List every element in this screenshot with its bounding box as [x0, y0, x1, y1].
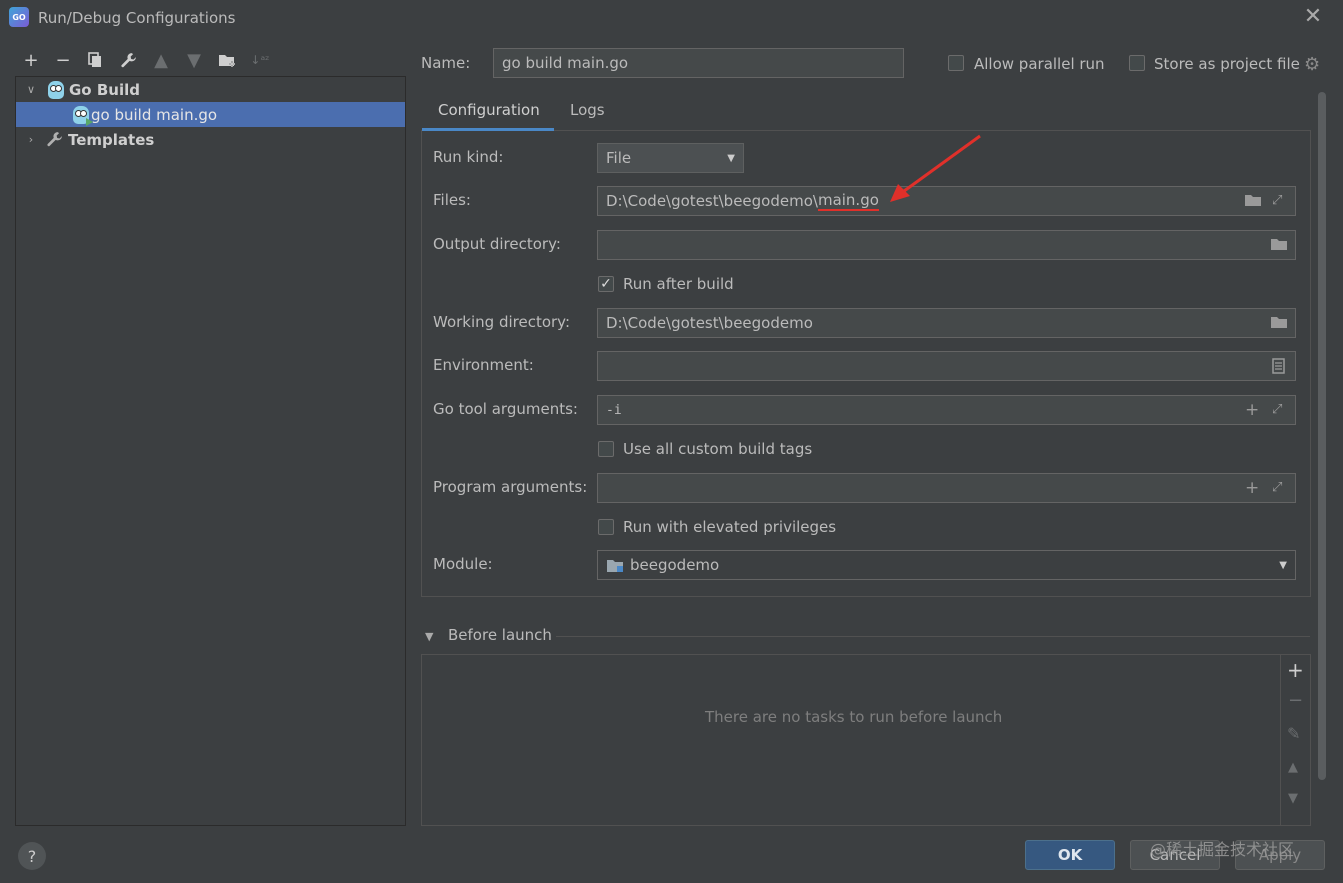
tree-item-go-build-main[interactable]: go build main.go: [16, 102, 405, 127]
use-all-custom-build-tags-checkbox[interactable]: [598, 441, 614, 457]
new-folder-icon[interactable]: [216, 49, 238, 71]
wrench-icon: [46, 131, 63, 148]
move-down-icon[interactable]: ▼: [1288, 791, 1298, 806]
before-launch-divider: [556, 636, 1310, 637]
dropdown-arrow-icon: ▼: [1279, 559, 1287, 571]
remove-task-icon[interactable]: −: [1288, 690, 1303, 711]
run-with-elevated-privileges-checkbox[interactable]: [598, 519, 614, 535]
add-icon[interactable]: +: [1245, 478, 1259, 498]
environment-input[interactable]: [597, 351, 1296, 381]
chevron-right-icon[interactable]: ›: [24, 133, 38, 146]
allow-parallel-run-checkbox[interactable]: [948, 55, 964, 71]
module-folder-icon: [606, 558, 624, 573]
configurations-tree: ∨ Go Build go build main.go › Templates: [15, 76, 406, 826]
run-kind-value: File: [606, 149, 632, 167]
sort-icon[interactable]: ↓ᵃᶻ: [249, 49, 271, 71]
gopher-icon: [48, 80, 64, 99]
go-tool-arguments-input[interactable]: -i: [597, 395, 1296, 425]
use-all-custom-build-tags-label: Use all custom build tags: [623, 440, 813, 458]
run-kind-select[interactable]: File ▼: [597, 143, 744, 173]
gopher-run-icon: [73, 105, 93, 126]
go-tool-arguments-label: Go tool arguments:: [433, 400, 578, 418]
remove-icon[interactable]: −: [52, 49, 74, 71]
expand-icon[interactable]: ⤢: [1272, 402, 1282, 417]
move-up-icon[interactable]: ▲: [150, 49, 172, 71]
expand-icon[interactable]: ⤢: [1272, 480, 1282, 495]
before-launch-title[interactable]: Before launch: [448, 626, 552, 644]
wrench-icon[interactable]: [117, 49, 139, 71]
annotation-arrow: [890, 134, 981, 202]
before-launch-empty-text: There are no tasks to run before launch: [705, 708, 1003, 726]
store-as-project-file-checkbox[interactable]: [1129, 55, 1145, 71]
output-directory-label: Output directory:: [433, 235, 561, 253]
move-down-icon[interactable]: ▼: [183, 49, 205, 71]
collapse-arrow-icon[interactable]: ▼: [425, 630, 433, 643]
files-value-path: D:\Code\gotest\beegodemo\: [606, 192, 818, 210]
run-after-build-label: Run after build: [623, 275, 734, 293]
tab-logs[interactable]: Logs: [570, 101, 605, 119]
scrollbar[interactable]: [1318, 92, 1326, 780]
add-task-icon[interactable]: +: [1287, 658, 1304, 682]
dropdown-arrow-icon: ▼: [727, 152, 735, 164]
folder-icon[interactable]: [1270, 315, 1288, 333]
gear-icon[interactable]: ⚙: [1304, 54, 1320, 75]
allow-parallel-run-label: Allow parallel run: [974, 55, 1105, 73]
tree-item-label: Templates: [68, 130, 155, 149]
run-kind-label: Run kind:: [433, 148, 504, 166]
watermark: @稀土掘金技术社区: [1150, 840, 1295, 859]
expand-icon[interactable]: ⤢: [1272, 193, 1282, 208]
before-launch-list: [421, 654, 1311, 826]
window-title: Run/Debug Configurations: [38, 9, 236, 27]
tree-item-go-build[interactable]: ∨ Go Build: [16, 77, 405, 102]
goland-app-icon: GO: [9, 7, 29, 27]
tree-item-label: go build main.go: [91, 105, 218, 124]
run-after-build-checkbox[interactable]: [598, 276, 614, 292]
module-label: Module:: [433, 555, 493, 573]
program-arguments-input[interactable]: [597, 473, 1296, 503]
store-as-project-file-label: Store as project file: [1154, 55, 1300, 73]
program-arguments-label: Program arguments:: [433, 478, 588, 496]
module-select[interactable]: beegodemo ▼: [597, 550, 1296, 580]
chevron-down-icon[interactable]: ∨: [24, 83, 38, 96]
ok-button[interactable]: OK: [1025, 840, 1115, 870]
working-directory-label: Working directory:: [433, 313, 571, 331]
help-icon[interactable]: ?: [18, 842, 46, 870]
environment-label: Environment:: [433, 356, 534, 374]
tree-item-label: Go Build: [69, 80, 140, 99]
copy-icon[interactable]: [84, 49, 106, 71]
document-icon[interactable]: [1272, 358, 1285, 378]
tree-item-templates[interactable]: › Templates: [16, 127, 405, 152]
files-value-filename: main.go: [817, 191, 879, 211]
folder-icon[interactable]: [1270, 237, 1288, 255]
run-with-elevated-privileges-label: Run with elevated privileges: [623, 518, 837, 536]
add-icon[interactable]: +: [20, 49, 42, 71]
working-directory-input[interactable]: D:\Code\gotest\beegodemo: [597, 308, 1296, 338]
add-icon[interactable]: +: [1245, 400, 1259, 420]
edit-task-icon[interactable]: ✎: [1287, 724, 1300, 743]
folder-icon[interactable]: [1244, 193, 1262, 211]
module-value: beegodemo: [630, 556, 720, 574]
move-up-icon[interactable]: ▲: [1288, 760, 1298, 775]
tab-configuration[interactable]: Configuration: [438, 101, 540, 119]
name-label: Name:: [421, 54, 471, 72]
files-label: Files:: [433, 191, 471, 209]
name-input[interactable]: go build main.go: [493, 48, 904, 78]
close-icon[interactable]: ✕: [1302, 6, 1324, 28]
output-directory-input[interactable]: [597, 230, 1296, 260]
